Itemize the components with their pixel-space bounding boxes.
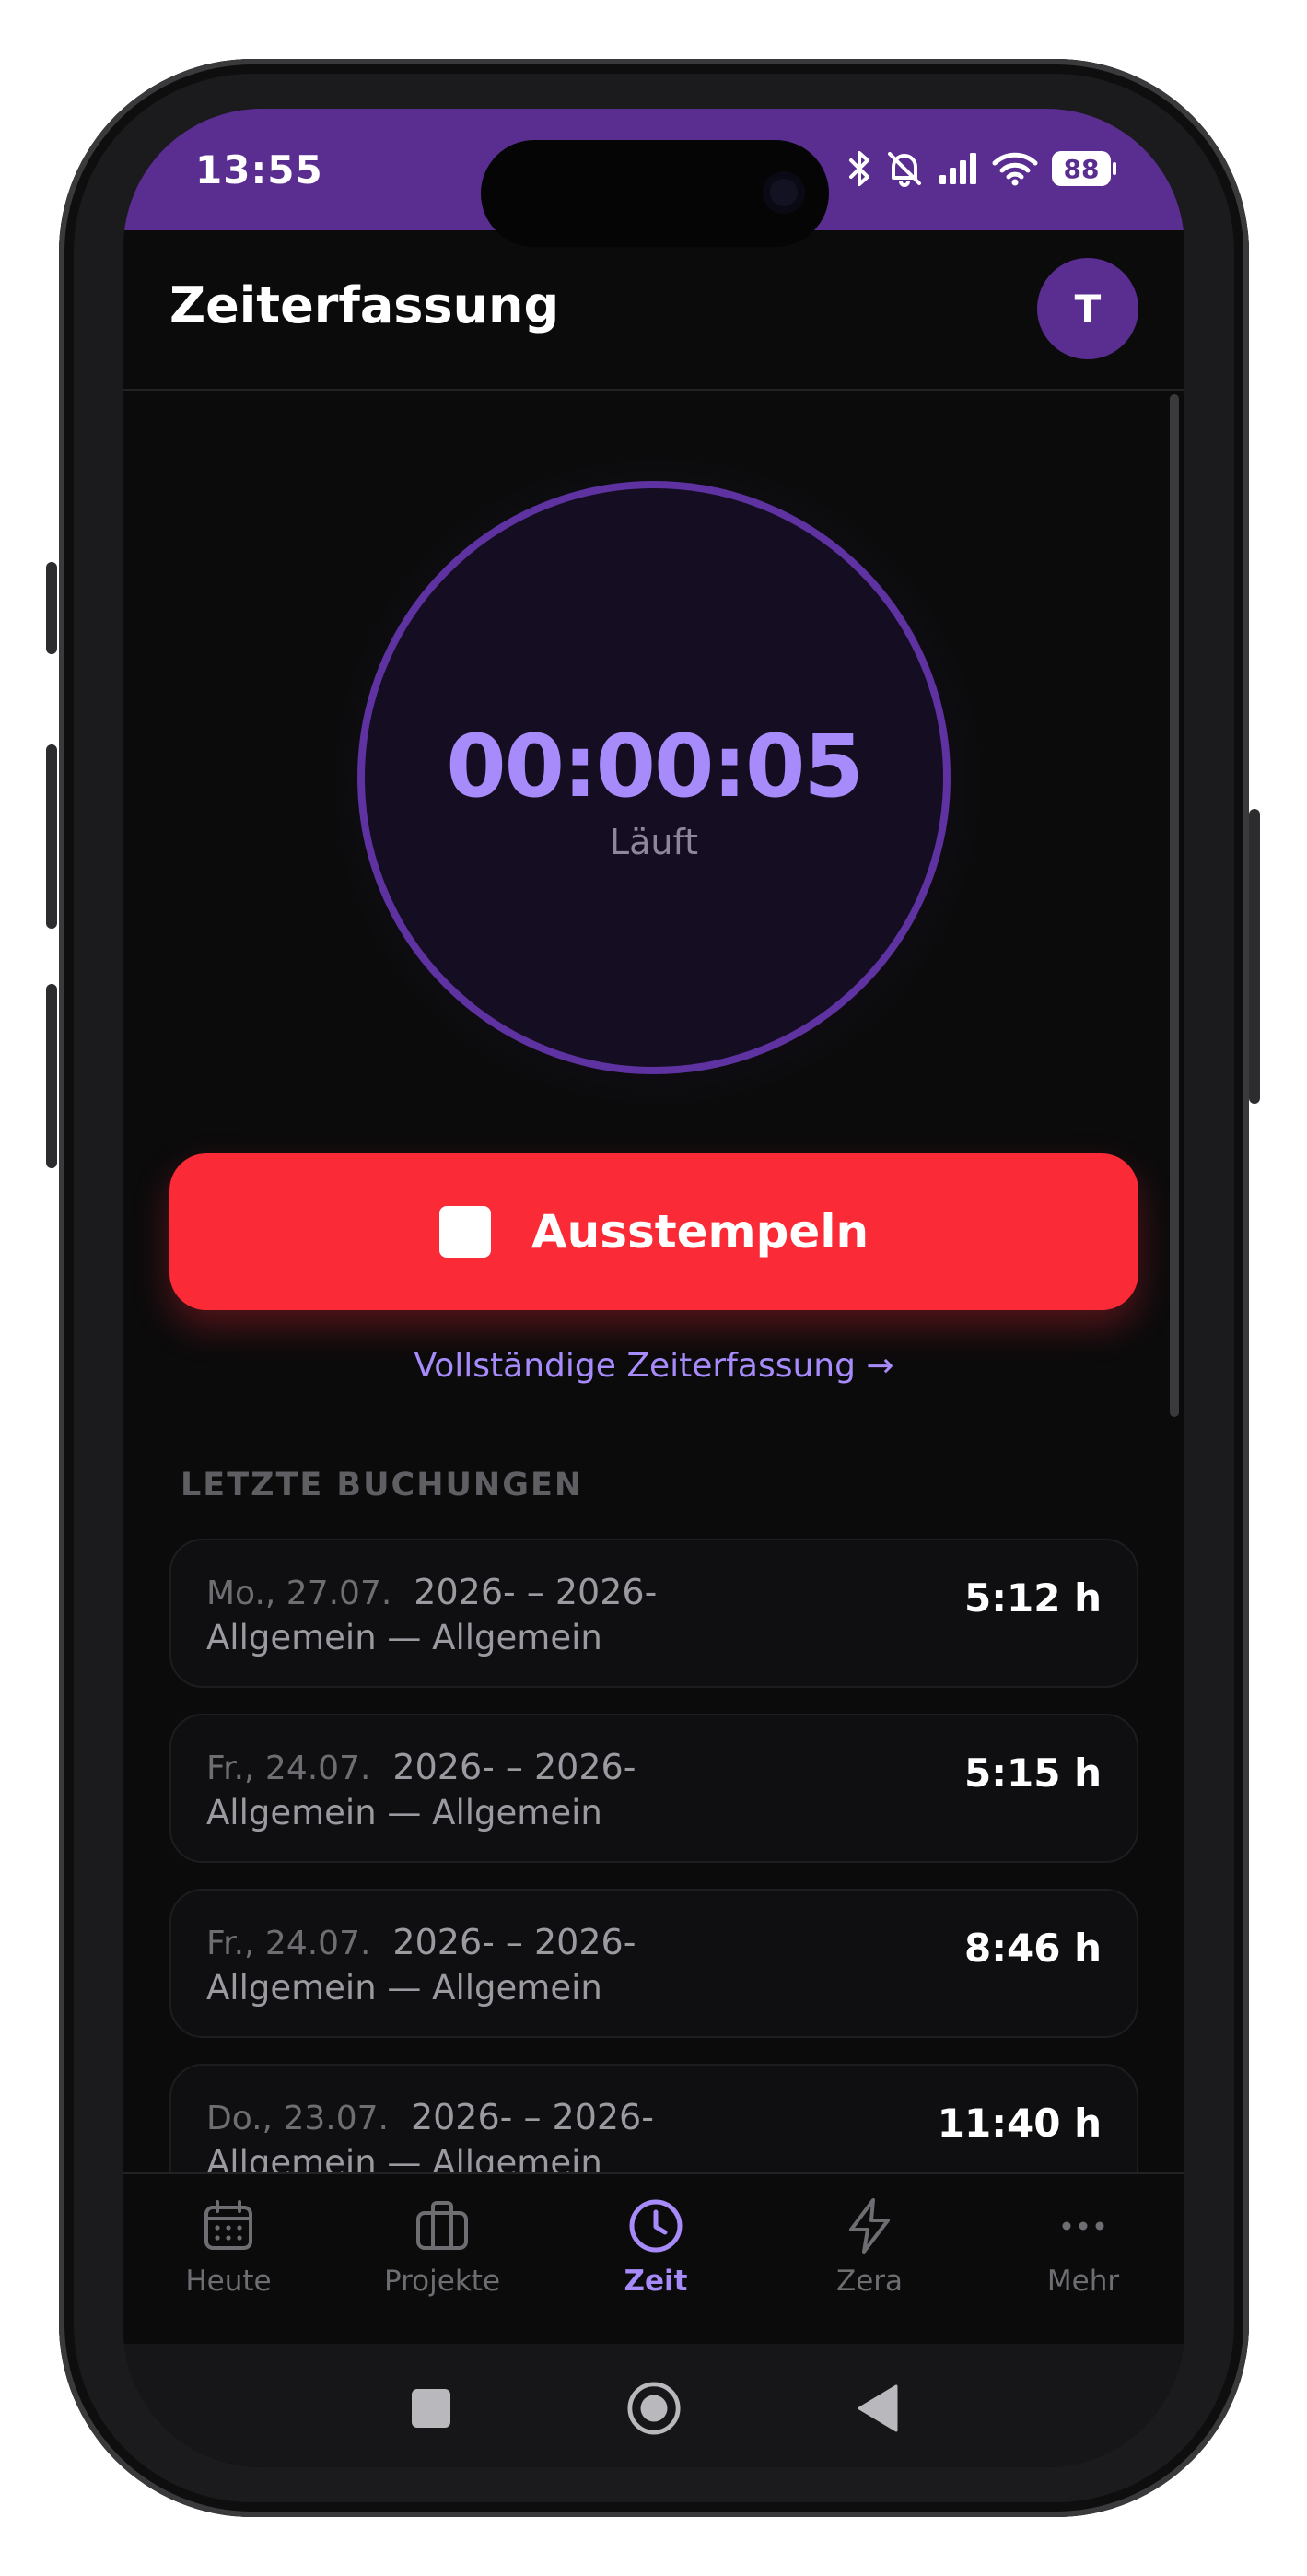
booking-date-line: Do., 23.07. 2026- – 2026- [206, 2097, 654, 2137]
mute-bell-icon [884, 148, 925, 189]
booking-duration: 11:40 h [937, 2101, 1102, 2146]
nav-item-mehr[interactable]: Mehr [1000, 2196, 1166, 2298]
booking-project: Allgemein — Allgemein [206, 1618, 602, 1657]
booking-item[interactable]: Fr., 24.07. 2026- – 2026- Allgemein — All… [169, 1889, 1138, 2038]
booking-item[interactable]: Mo., 27.07. 2026- – 2026- Allgemein — All… [169, 1539, 1138, 1688]
lightning-icon [840, 2196, 899, 2255]
booking-time-range: 2026- – 2026- [392, 1747, 636, 1787]
wifi-icon [991, 150, 1039, 187]
app-screen: 13:55 88 Zeiterfassung T 00:00:05 Läuft … [123, 109, 1184, 2467]
booking-time-range: 2026- – 2026- [392, 1922, 636, 1962]
calendar-icon [199, 2196, 258, 2255]
full-time-tracking-link[interactable]: Vollständige Zeiterfassung → [123, 1347, 1184, 1385]
square-icon [412, 2389, 450, 2428]
status-time: 13:55 [195, 147, 323, 193]
scrollbar[interactable] [1170, 394, 1179, 1417]
recent-bookings-heading: LETZTE BUCHUNGEN [181, 1467, 584, 1504]
power-button [1249, 809, 1260, 1104]
briefcase-icon [413, 2196, 472, 2255]
clock-out-button[interactable]: Ausstempeln [169, 1153, 1138, 1310]
page-title: Zeiterfassung [169, 276, 560, 334]
nav-item-heute[interactable]: Heute [146, 2196, 311, 2298]
circle-icon [627, 2382, 681, 2435]
nav-label-heute: Heute [185, 2265, 272, 2298]
nav-label-projekte: Projekte [383, 2265, 501, 2298]
booking-duration: 8:46 h [964, 1926, 1102, 1971]
battery-icon: 88 [1052, 151, 1116, 186]
booking-project: Allgemein — Allgemein [206, 1968, 602, 2008]
bluetooth-icon [847, 149, 871, 188]
system-navigation-bar [123, 2344, 1184, 2467]
booking-time-range: 2026- – 2026- [414, 1572, 658, 1612]
status-icons: 88 [847, 147, 1116, 190]
booking-date: Mo., 27.07. [206, 1575, 392, 1612]
recents-button[interactable] [403, 2381, 459, 2436]
nav-label-mehr: Mehr [1046, 2265, 1120, 2298]
bottom-navigation: Heute Projekte Zeit Zera Mehr [123, 2172, 1184, 2346]
booking-date: Fr., 24.07. [206, 1750, 371, 1787]
back-triangle-icon [858, 2384, 898, 2432]
volume-down-button [46, 984, 57, 1168]
more-icon [1054, 2196, 1113, 2255]
nav-label-zeit: Zeit [624, 2265, 688, 2298]
booking-project: Allgemein — Allgemein [206, 1793, 602, 1832]
nav-item-zera[interactable]: Zera [787, 2196, 952, 2298]
action-button [46, 562, 57, 654]
booking-date-line: Fr., 24.07. 2026- – 2026- [206, 1747, 636, 1787]
booking-time-range: 2026- – 2026- [410, 2097, 654, 2137]
nav-label-zera: Zera [835, 2265, 904, 2298]
booking-duration: 5:15 h [964, 1751, 1102, 1796]
clock-icon [626, 2196, 685, 2255]
booking-item[interactable]: Fr., 24.07. 2026- – 2026- Allgemein — All… [169, 1714, 1138, 1863]
nav-item-zeit[interactable]: Zeit [573, 2196, 739, 2298]
camera-icon [763, 171, 805, 214]
signal-icon [938, 151, 978, 186]
back-button[interactable] [849, 2381, 904, 2436]
booking-date: Do., 23.07. [206, 2100, 389, 2137]
stop-icon [438, 1206, 491, 1258]
volume-up-button [46, 744, 57, 929]
booking-date: Fr., 24.07. [206, 1925, 371, 1962]
app-header: Zeiterfassung T [123, 230, 1184, 391]
nav-item-projekte[interactable]: Projekte [359, 2196, 525, 2298]
timer-value: 00:00:05 [446, 717, 864, 817]
status-bar: 13:55 88 [123, 109, 1184, 247]
avatar[interactable]: T [1037, 258, 1138, 359]
booking-duration: 5:12 h [964, 1575, 1102, 1621]
timer-status: Läuft [609, 822, 699, 862]
booking-date-line: Fr., 24.07. 2026- – 2026- [206, 1922, 636, 1962]
timer-circle: 00:00:05 Läuft [357, 481, 951, 1074]
home-button[interactable] [626, 2381, 682, 2436]
booking-date-line: Mo., 27.07. 2026- – 2026- [206, 1572, 657, 1612]
clock-out-label: Ausstempeln [531, 1205, 869, 1259]
